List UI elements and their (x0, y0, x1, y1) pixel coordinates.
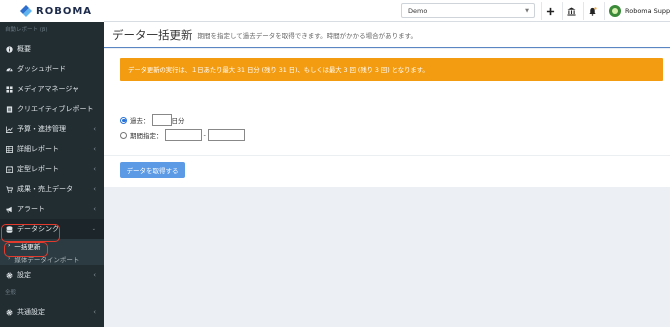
bank-button[interactable] (562, 2, 580, 20)
report-icon (6, 165, 13, 173)
dashboard-icon (6, 67, 13, 71)
sidebar-item-budget[interactable]: 予算・進捗管理 ‹ (0, 119, 104, 139)
page-subtitle: 期間を指定して過去データを取得できます。時間がかかる場合があります。 (197, 31, 418, 40)
past-days-radio[interactable] (120, 116, 127, 124)
sidebar-item-label: 予算・進捗管理 (17, 125, 66, 133)
page-title: データ一括更新 (112, 27, 193, 42)
page-header: データ一括更新 期間を指定して過去データを取得できます。時間がかかる場合がありま… (104, 22, 670, 48)
chevron-left-icon: ‹ (93, 185, 96, 193)
user-menu[interactable]: Roboma Support (604, 2, 670, 20)
sidebar-item-standard-report[interactable]: 定型レポート ‹ (0, 159, 104, 179)
chevron-down-icon: ⌄ (91, 226, 96, 232)
sidebar-item-label: メディアマネージャ (17, 85, 80, 93)
bulk-update-panel: データ更新の実行は、１日あたり最大 31 日分 (残り 31 日)、もしくは最大… (104, 49, 670, 187)
line-chart-icon (6, 125, 13, 133)
grid-icon (6, 85, 13, 93)
past-days-label: 過去： (130, 117, 150, 125)
sidebar-item-label: 詳細レポート (17, 145, 59, 153)
logo-mark-icon (20, 5, 32, 17)
form-divider (104, 155, 670, 156)
chevron-left-icon: ‹ (93, 125, 96, 133)
period-radio[interactable] (120, 131, 127, 139)
highlight-data-sync (1, 224, 60, 242)
sidebar-item-label: 設定 (17, 271, 31, 279)
org-select[interactable]: Demo ▼ (401, 3, 535, 18)
period-label: 期間指定： (130, 132, 163, 140)
sidebar-item-detail-report[interactable]: 詳細レポート ‹ (0, 139, 104, 159)
user-name: Roboma Support (625, 7, 670, 15)
period-from-input[interactable] (164, 129, 202, 141)
sidebar-item-alert[interactable]: アラート ‹ (0, 199, 104, 219)
sidebar-item-label: 共通設定 (17, 308, 45, 316)
period-separator: - (203, 131, 206, 139)
sidebar-item-label: ダッシュボード (17, 65, 66, 73)
top-header: ROBOMA Demo ▼ Roboma Support (0, 0, 670, 22)
sidebar-item-label: 定型レポート (17, 165, 59, 173)
highlight-bulk-update (4, 242, 48, 257)
table-icon (6, 145, 13, 153)
past-days-input[interactable] (151, 114, 172, 126)
org-select-value: Demo (408, 6, 428, 15)
plus-icon (546, 7, 555, 15)
sidebar-item-label: 成果・売上データ (17, 185, 73, 193)
add-button[interactable] (541, 2, 559, 20)
sidebar-item-label: アラート (17, 205, 45, 213)
sidebar-item-common-settings[interactable]: 共通設定 ‹ (0, 302, 104, 322)
period-row: 期間指定： - (120, 129, 245, 141)
sidebar-item-media-manager[interactable]: メディアマネージャ (0, 79, 104, 99)
period-to-input[interactable] (207, 129, 245, 141)
file-icon (6, 105, 13, 113)
megaphone-icon (6, 206, 12, 213)
main-content: データ一括更新 期間を指定して過去データを取得できます。時間がかかる場合がありま… (104, 22, 670, 327)
sidebar-item-label: クリエイティブレポート (17, 105, 94, 113)
chevron-left-icon: ‹ (93, 145, 96, 153)
sidebar-item-label: 概要 (17, 45, 31, 53)
logo-text: ROBOMA (36, 5, 93, 17)
sidebar-section-global: 全般 (5, 290, 17, 296)
past-days-unit: 日分 (171, 117, 185, 125)
bank-icon (567, 6, 576, 16)
gear-icon (6, 272, 13, 278)
sidebar-item-creative-report[interactable]: クリエイティブレポート (0, 99, 104, 119)
notifications-button[interactable] (583, 2, 601, 20)
sidebar: 自動レポート (β) 概要 ダッシュボード メディアマネージャ クリエイティブレ… (0, 22, 104, 327)
chevron-down-icon: ▼ (525, 8, 529, 14)
gear-icon (6, 309, 13, 315)
sidebar-item-overview[interactable]: 概要 (0, 39, 104, 59)
chevron-left-icon: ‹ (93, 271, 96, 279)
chevron-left-icon: ‹ (93, 308, 96, 316)
limit-alert: データ更新の実行は、１日あたり最大 31 日分 (残り 31 日)、もしくは最大… (120, 58, 663, 81)
brand-logo[interactable]: ROBOMA (0, 0, 104, 22)
avatar (609, 5, 621, 17)
sidebar-item-settings[interactable]: 設定 ‹ (0, 265, 104, 285)
past-days-row: 過去： 日分 (120, 114, 185, 126)
cart-icon (6, 185, 13, 193)
sidebar-item-dashboard[interactable]: ダッシュボード (0, 59, 104, 79)
chevron-left-icon: ‹ (93, 205, 96, 213)
info-circle-icon (6, 45, 13, 53)
fetch-data-button[interactable]: データを取得する (120, 162, 185, 178)
sidebar-item-sales-data[interactable]: 成果・売上データ ‹ (0, 179, 104, 199)
bell-icon (589, 6, 597, 16)
chevron-left-icon: ‹ (93, 165, 96, 173)
sidebar-section-auto-report: 自動レポート (β) (5, 27, 48, 33)
